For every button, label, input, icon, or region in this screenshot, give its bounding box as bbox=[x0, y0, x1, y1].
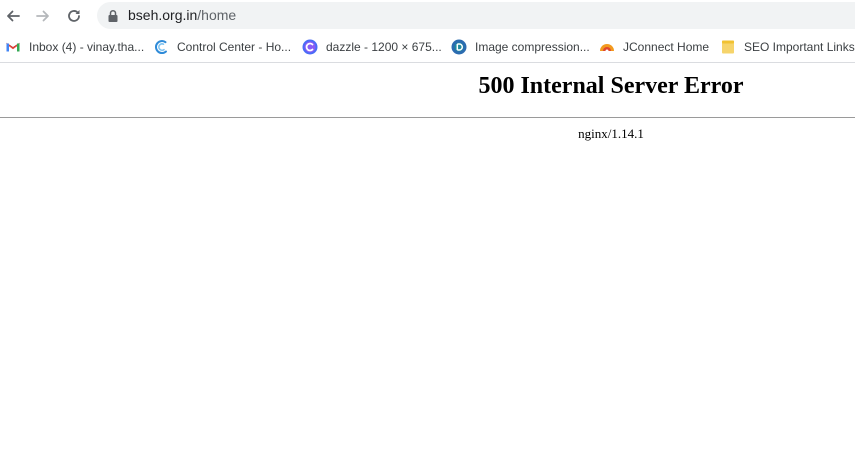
bookmark-label: SEO Important Links bbox=[744, 40, 855, 54]
back-button[interactable] bbox=[2, 5, 24, 27]
forward-button[interactable] bbox=[32, 5, 54, 27]
bookmark-label: Image compression... bbox=[475, 40, 590, 54]
dazzle-icon bbox=[302, 39, 318, 55]
address-bar[interactable]: bseh.org.in/home bbox=[97, 2, 855, 29]
page-content: 500 Internal Server Error nginx/1.14.1 bbox=[0, 63, 855, 455]
browser-toolbar: bseh.org.in/home bbox=[0, 0, 855, 31]
bookmark-control-center[interactable]: Control Center - Ho... bbox=[153, 37, 291, 57]
url-host: bseh.org.in bbox=[128, 7, 198, 23]
bookmark-seo-important-links[interactable]: SEO Important Links bbox=[720, 37, 855, 57]
error-title: 500 Internal Server Error bbox=[478, 73, 744, 99]
bookmark-jconnect[interactable]: JConnect Home bbox=[599, 37, 709, 57]
back-arrow-icon bbox=[7, 10, 20, 22]
reload-button[interactable] bbox=[63, 5, 85, 27]
divider bbox=[0, 117, 855, 118]
browser-window: bseh.org.in/home Inbox (4) - vinay.tha..… bbox=[0, 0, 855, 455]
bookmark-label: dazzle - 1200 × 675... bbox=[326, 40, 442, 54]
bookmark-image-compression[interactable]: Image compression... bbox=[451, 37, 590, 57]
reload-icon bbox=[68, 10, 80, 22]
jconnect-icon bbox=[600, 44, 614, 51]
image-compression-icon bbox=[451, 39, 467, 55]
bookmark-label: Inbox (4) - vinay.tha... bbox=[29, 40, 145, 54]
bookmark-dazzle[interactable]: dazzle - 1200 × 675... bbox=[302, 37, 442, 57]
bookmark-label: JConnect Home bbox=[623, 40, 710, 54]
url-path: /home bbox=[197, 7, 237, 23]
url-text[interactable]: bseh.org.in/home bbox=[128, 7, 236, 24]
bookmark-label: Control Center - Ho... bbox=[177, 40, 292, 54]
lock-icon bbox=[108, 9, 118, 22]
folder-icon bbox=[722, 40, 734, 54]
gmail-icon bbox=[6, 42, 20, 52]
control-center-icon bbox=[154, 40, 167, 55]
forward-arrow-icon bbox=[36, 10, 49, 22]
bookmark-inbox[interactable]: Inbox (4) - vinay.tha... bbox=[5, 37, 144, 57]
server-signature: nginx/1.14.1 bbox=[578, 126, 644, 141]
bookmarks-bar: Inbox (4) - vinay.tha... Control Center … bbox=[0, 31, 855, 63]
